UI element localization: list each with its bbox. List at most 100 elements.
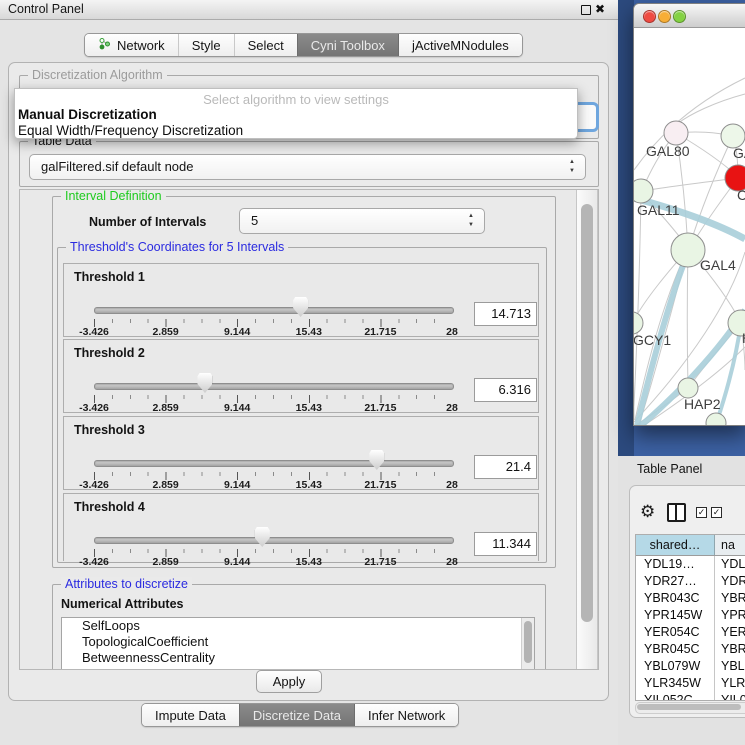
network-window-titlebar[interactable] [634, 4, 745, 28]
close-icon[interactable]: ✖ [595, 2, 605, 16]
tab-jactivemnodules[interactable]: jActiveMNodules [398, 34, 522, 56]
threshold-3-slider[interactable]: -3.4262.8599.14415.4321.71528 [94, 417, 452, 489]
apply-button[interactable]: Apply [256, 670, 322, 693]
threshold-3-value[interactable]: 21.4 [474, 455, 537, 479]
network-edge[interactable] [687, 249, 688, 387]
network-node[interactable] [634, 179, 653, 203]
network-node[interactable] [706, 413, 726, 425]
stepper-icon: ▲▼ [567, 158, 577, 176]
table-horizontal-scrollbar[interactable] [635, 702, 745, 714]
table-cell[interactable]: YPR145W [636, 607, 715, 624]
table-row[interactable]: YBR043CYBR0 [636, 590, 745, 607]
list-scrollbar-thumb[interactable] [524, 621, 532, 663]
table-cell[interactable]: YIL052C [636, 692, 715, 701]
threshold-1-slider[interactable]: -3.4262.8599.14415.4321.71528 [94, 264, 452, 336]
slider-track[interactable] [94, 383, 454, 390]
table-row[interactable]: YER054CYER0 [636, 624, 745, 641]
table-cell[interactable]: YLR345W [636, 675, 715, 692]
node-label: GAL4 [700, 257, 736, 273]
network-node[interactable] [634, 312, 643, 334]
tab-network[interactable]: Network [85, 34, 178, 56]
close-traffic-light-icon[interactable] [643, 10, 656, 23]
threshold-4-slider[interactable]: -3.4262.8599.14415.4321.71528 [94, 494, 452, 566]
table-cell[interactable]: YBR045C [636, 641, 715, 658]
table-cell[interactable]: YDL19… [636, 556, 715, 573]
minimize-traffic-light-icon[interactable] [658, 10, 671, 23]
control-panel-title: Control Panel [8, 2, 84, 16]
network-node[interactable] [678, 378, 698, 398]
tick-label: 15.43 [296, 326, 322, 338]
threshold-4-value[interactable]: 11.344 [474, 532, 537, 556]
threshold-2-slider[interactable]: -3.4262.8599.14415.4321.71528 [94, 340, 452, 412]
table-horizontal-scrollbar-thumb[interactable] [637, 704, 741, 710]
table-cell[interactable]: YPR1 [715, 607, 745, 624]
table-row[interactable]: YPR145WYPR1 [636, 607, 745, 624]
dropdown-option-equal-width[interactable]: Equal Width/Frequency Discretization [15, 123, 577, 139]
table-cell[interactable]: YER0 [715, 624, 745, 641]
table-cell[interactable]: YDR27… [636, 573, 715, 590]
table-cell[interactable]: YBR043C [636, 590, 715, 607]
table-cell[interactable]: YLR3 [715, 675, 745, 692]
tick-label: 9.144 [224, 402, 250, 414]
table-cell[interactable]: YDR2 [715, 573, 745, 590]
split-columns-icon[interactable] [667, 503, 686, 522]
tab-cyni-toolbox[interactable]: Cyni Toolbox [297, 34, 398, 56]
slider-thumb[interactable] [293, 297, 308, 317]
network-edge[interactable] [677, 94, 745, 124]
slider-track[interactable] [94, 460, 454, 467]
attribute-item[interactable]: SelfLoops [62, 618, 534, 634]
table-data-combobox[interactable]: galFiltered.sif default node ▲▼ [29, 154, 586, 180]
attribute-item[interactable]: TopologicalCoefficient [62, 634, 534, 650]
table-row[interactable]: YDR27…YDR2 [636, 573, 745, 590]
checkbox-icon[interactable]: ✓ [711, 507, 722, 518]
zoom-traffic-light-icon[interactable] [673, 10, 686, 23]
threshold-2-value[interactable]: 6.316 [474, 378, 537, 402]
table-row[interactable]: YDL19…YDL1 [636, 556, 745, 573]
slider-thumb[interactable] [197, 373, 212, 393]
table-cell[interactable]: YBL079W [636, 658, 715, 675]
numerical-attributes-list[interactable]: SelfLoopsTopologicalCoefficientBetweenne… [61, 617, 535, 670]
table-row[interactable]: YIL052CYIL0 [636, 692, 745, 701]
threshold-1-value[interactable]: 14.713 [474, 302, 537, 326]
tab-discretize-data[interactable]: Discretize Data [239, 704, 354, 726]
table-cell[interactable]: YER054C [636, 624, 715, 641]
slider-thumb[interactable] [255, 527, 270, 547]
main-scrollbar-thumb[interactable] [581, 204, 593, 622]
tab-style[interactable]: Style [178, 34, 234, 56]
attribute-item[interactable]: BetweennessCentrality [62, 650, 534, 666]
table-cell[interactable]: YIL0 [715, 692, 745, 701]
tab-impute-data[interactable]: Impute Data [142, 704, 239, 726]
threshold-panel-3: Threshold 3 -3.4262.8599.14415.4321.7152… [63, 416, 539, 490]
list-scrollbar[interactable] [521, 618, 534, 670]
tick-label: 21.715 [364, 402, 396, 414]
dropdown-option-manual[interactable]: Manual Discretization [15, 107, 577, 123]
slider-tick-labels: -3.4262.8599.14415.4321.71528 [94, 326, 452, 338]
tick-label: 2.859 [152, 326, 178, 338]
network-edge[interactable] [634, 191, 641, 406]
table-row[interactable]: YLR345WYLR3 [636, 675, 745, 692]
table-cell[interactable]: YBR0 [715, 590, 745, 607]
slider-track[interactable] [94, 537, 454, 544]
network-canvas[interactable]: GAL80GACGAL11GAL4GCY1HHAP2 [634, 28, 745, 425]
number-of-intervals-combobox[interactable]: 5 ▲▼ [239, 208, 485, 234]
table-cell[interactable]: YBR0 [715, 641, 745, 658]
checkbox-icon[interactable]: ✓ [696, 507, 707, 518]
table-cell[interactable]: YDL1 [715, 556, 745, 573]
table-cell[interactable]: YBL0 [715, 658, 745, 675]
control-panel: Control Panel ✖ Network Style Select Cyn… [0, 0, 619, 745]
network-node[interactable] [664, 121, 688, 145]
float-window-icon[interactable] [581, 5, 591, 15]
table-row[interactable]: YBL079WYBL0 [636, 658, 745, 675]
gear-icon[interactable]: ⚙ [640, 503, 655, 520]
slider-thumb[interactable] [369, 450, 384, 470]
threshold-panel-2: Threshold 2 -3.4262.8599.14415.4321.7152… [63, 339, 539, 413]
tab-select[interactable]: Select [234, 34, 297, 56]
table-row[interactable]: YBR045CYBR0 [636, 641, 745, 658]
column-header-name[interactable]: na [715, 535, 745, 555]
column-header-shared-name[interactable]: shared… [636, 535, 715, 555]
main-scrollbar[interactable] [576, 190, 598, 669]
network-view-window[interactable]: GAL80GACGAL11GAL4GCY1HHAP2 [633, 3, 745, 426]
slider-track[interactable] [94, 307, 454, 314]
tab-infer-network[interactable]: Infer Network [354, 704, 458, 726]
network-edge[interactable] [642, 178, 738, 191]
